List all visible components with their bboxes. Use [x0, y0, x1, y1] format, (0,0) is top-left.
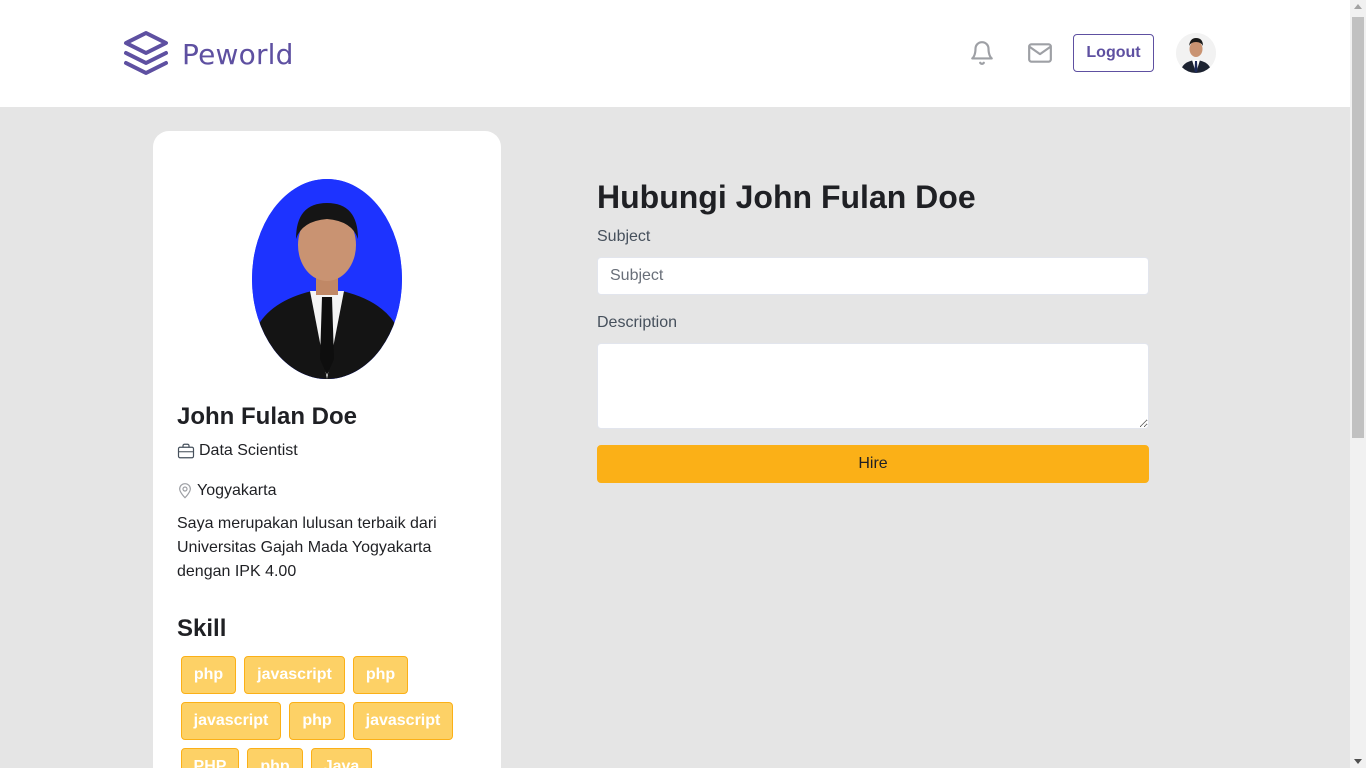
- profile-card: John Fulan Doe Data Scientist Yogyakarta…: [153, 131, 501, 768]
- scroll-down-arrow-icon[interactable]: [1354, 759, 1362, 764]
- location-text: Yogyakarta: [197, 482, 277, 499]
- job-title-row: Data Scientist: [177, 442, 298, 460]
- bell-icon[interactable]: [969, 40, 995, 66]
- skill-chip: javascript: [353, 702, 453, 740]
- contact-form-title: Hubungi John Fulan Doe: [597, 179, 976, 215]
- brand-logo[interactable]: Peworld: [122, 30, 294, 78]
- logout-button[interactable]: Logout: [1073, 34, 1154, 72]
- hire-button[interactable]: Hire: [597, 445, 1149, 483]
- description-textarea[interactable]: [597, 343, 1149, 429]
- profile-photo: [252, 179, 402, 379]
- skill-chip: javascript: [244, 656, 345, 694]
- location-row: Yogyakarta: [177, 482, 276, 500]
- avatar-portrait-icon: [1176, 33, 1216, 73]
- skill-chip: php: [247, 748, 303, 768]
- peworld-logo-icon: [124, 31, 168, 75]
- scrollbar-thumb[interactable]: [1352, 17, 1364, 438]
- skill-chip: php: [353, 656, 408, 694]
- brand-name: Peworld: [182, 37, 294, 71]
- skill-chip: php: [181, 656, 236, 694]
- skill-chip: php: [289, 702, 345, 740]
- skill-heading: Skill: [177, 615, 227, 642]
- subject-label: Subject: [597, 228, 651, 245]
- mail-icon[interactable]: [1027, 40, 1053, 66]
- skill-chip: PHP: [181, 748, 239, 768]
- skill-chip: Java: [311, 748, 372, 768]
- navbar: Peworld Logout: [0, 0, 1350, 107]
- scroll-up-arrow-icon[interactable]: [1354, 4, 1362, 9]
- subject-input[interactable]: [597, 257, 1149, 295]
- description-label: Description: [597, 314, 678, 331]
- briefcase-icon: [177, 443, 195, 459]
- page-scrollbar[interactable]: [1350, 0, 1366, 768]
- profile-portrait-icon: [252, 179, 402, 379]
- profile-name: John Fulan Doe: [177, 403, 357, 430]
- profile-bio: Saya merupakan lulusan terbaik dari Univ…: [177, 515, 437, 580]
- user-avatar[interactable]: [1176, 33, 1216, 73]
- skill-chip: javascript: [181, 702, 281, 740]
- map-pin-icon: [179, 483, 191, 499]
- job-title: Data Scientist: [199, 442, 298, 459]
